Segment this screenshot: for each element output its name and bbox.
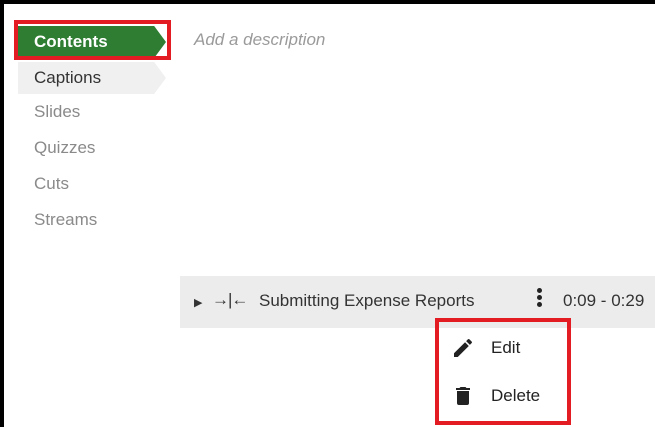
sidebar-item-quizzes[interactable]: Quizzes	[18, 132, 166, 164]
contents-highlight-box	[14, 20, 171, 60]
delete-label: Delete	[491, 386, 541, 405]
chapter-title: Submitting Expense Reports	[259, 291, 475, 310]
context-menu: Edit Delete	[435, 318, 571, 425]
edit-menu-item[interactable]: Edit	[435, 328, 571, 368]
sidebar-item-captions[interactable]: Captions	[18, 62, 166, 94]
delete-menu-item[interactable]: Delete	[435, 376, 571, 416]
more-options-icon[interactable]	[537, 288, 543, 312]
sidebar-item-slides[interactable]: Slides	[18, 96, 166, 128]
sidebar-item-cuts[interactable]: Cuts	[18, 168, 166, 200]
edit-label: Edit	[491, 338, 521, 357]
chapter-row[interactable]: ▶ →|← Submitting Expense Reports 0:09 - …	[180, 276, 655, 328]
description-placeholder[interactable]: Add a description	[194, 30, 325, 50]
chapter-time-range: 0:09 - 0:29	[563, 291, 645, 310]
expand-caret-icon[interactable]: ▶	[194, 296, 202, 309]
trash-icon	[456, 387, 470, 405]
split-icon: →|←	[212, 290, 248, 309]
sidebar-item-streams[interactable]: Streams	[18, 204, 166, 236]
app-frame: Contents Captions Slides Quizzes Cuts St…	[0, 0, 655, 427]
pencil-icon	[454, 338, 473, 357]
